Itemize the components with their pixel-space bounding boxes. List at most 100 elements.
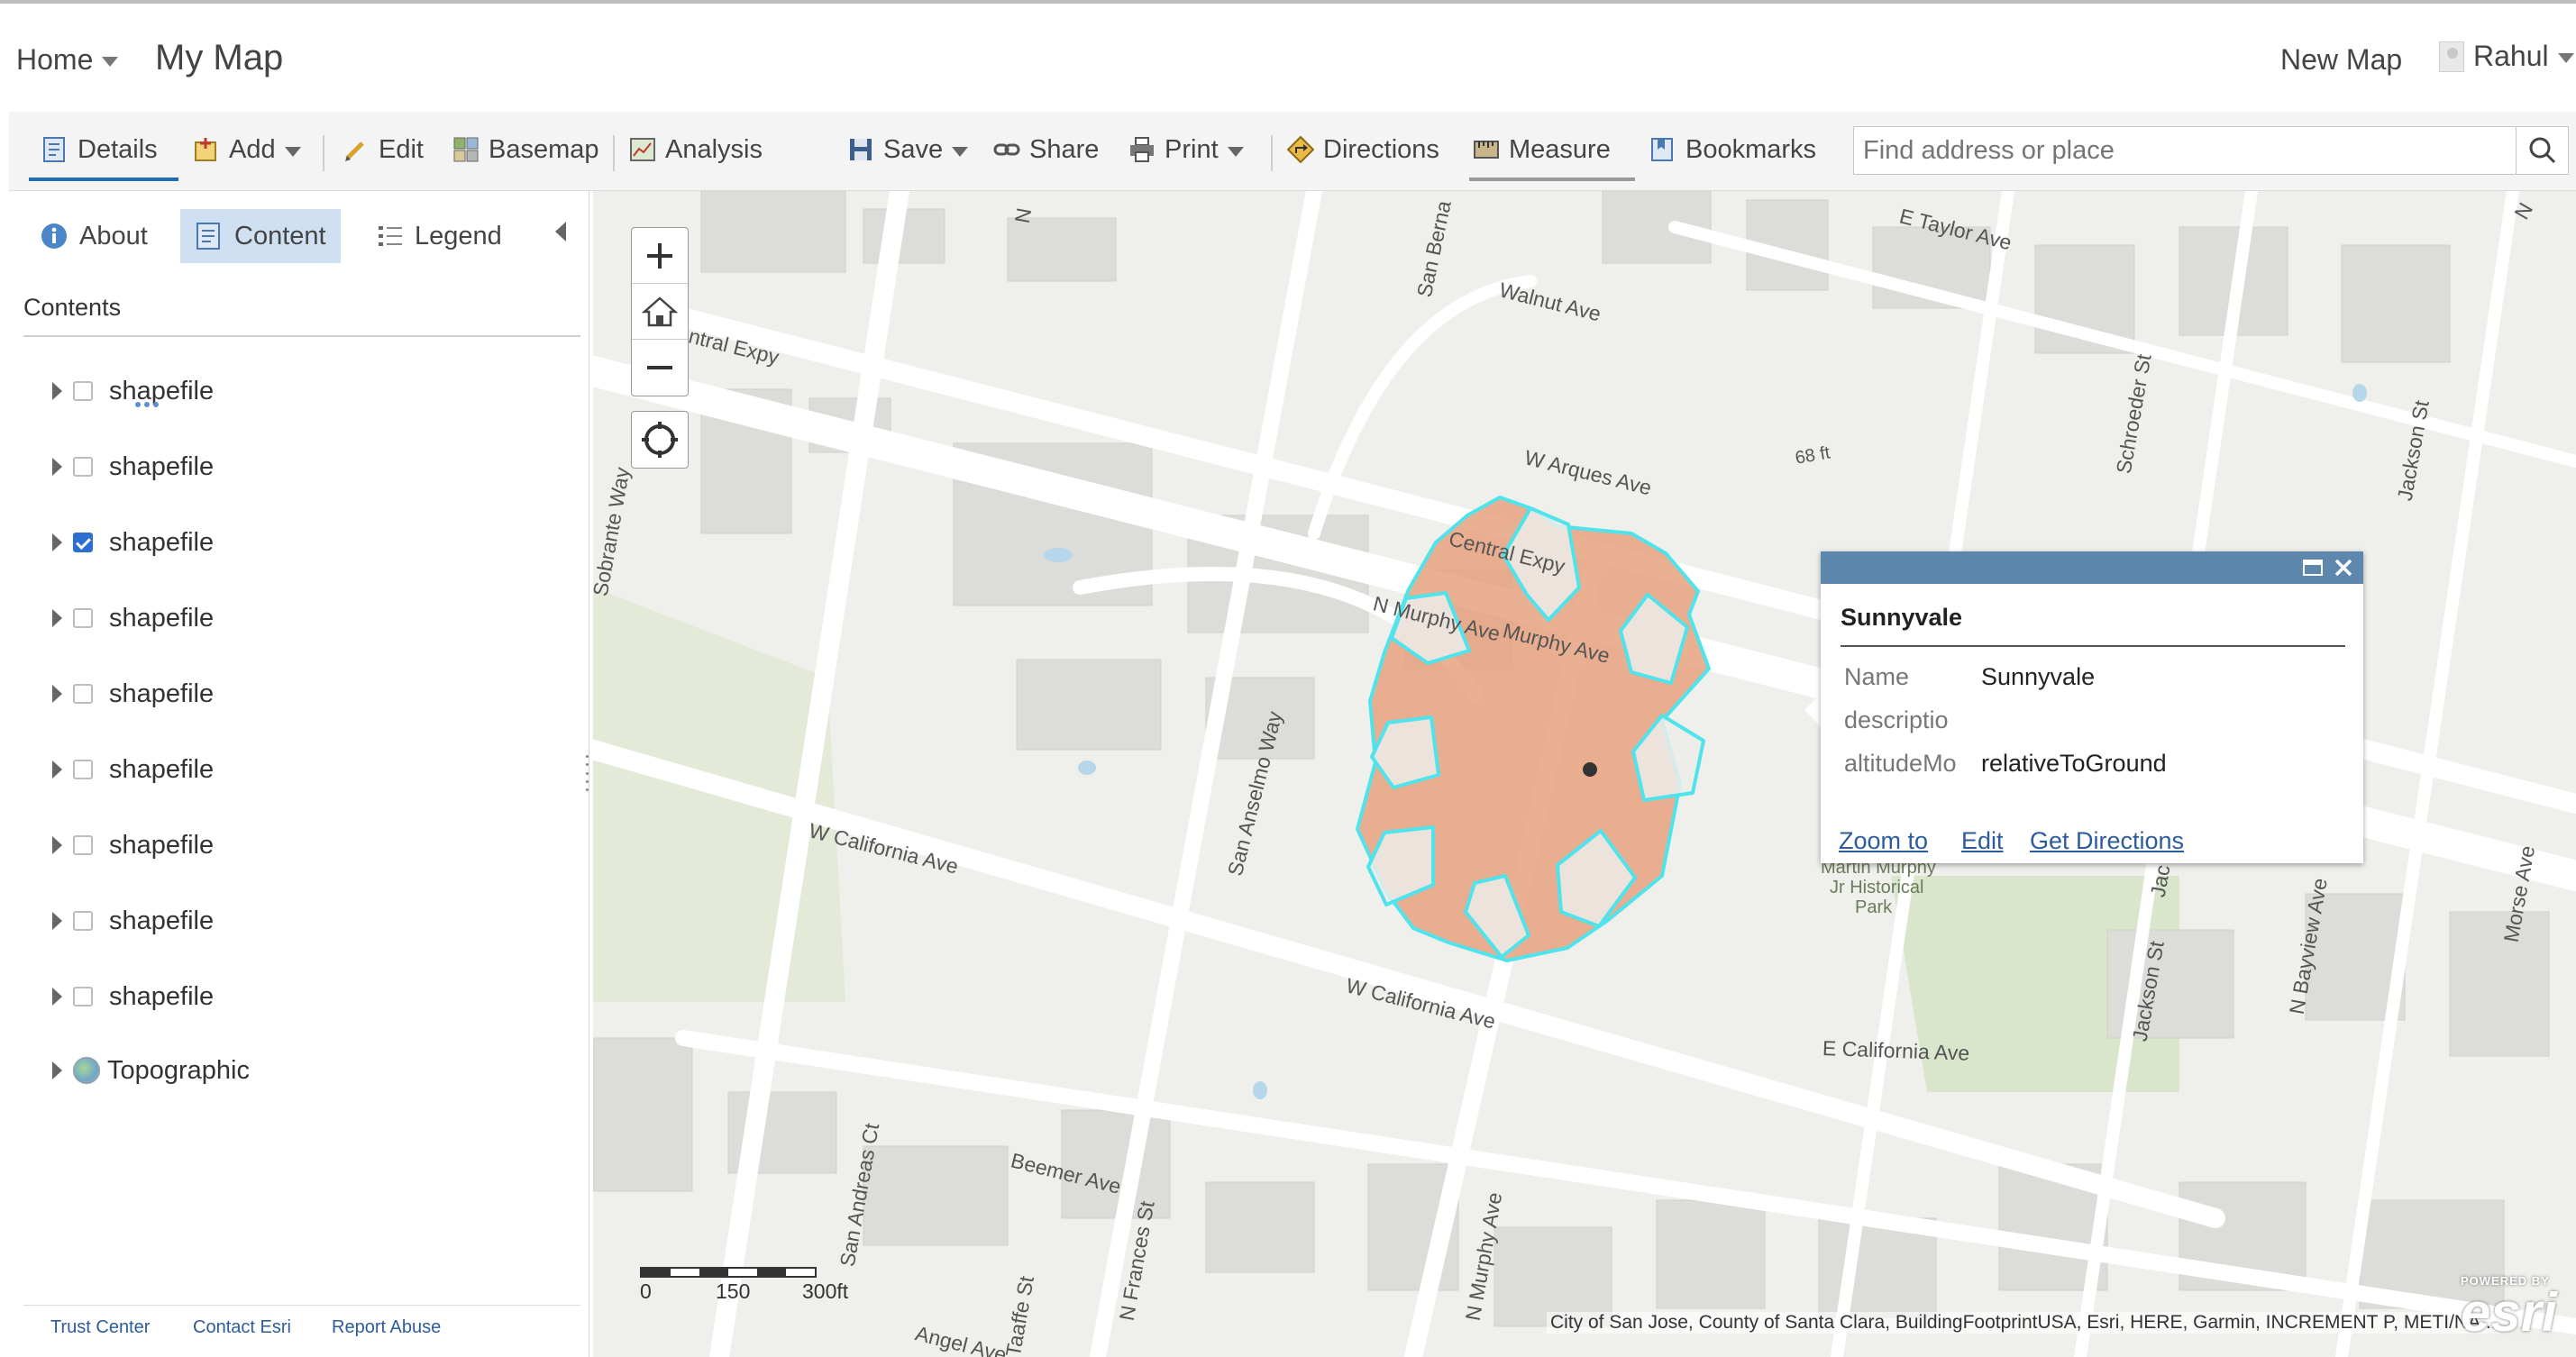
layer-item[interactable]: shapefile xyxy=(52,827,214,863)
edit-link[interactable]: Edit xyxy=(1961,827,2004,855)
details-button[interactable]: Details xyxy=(41,132,158,168)
info-icon xyxy=(41,223,67,249)
edit-button[interactable]: Edit xyxy=(343,132,424,168)
layer-item[interactable]: shapefile xyxy=(52,903,214,939)
bookmarks-label: Bookmarks xyxy=(1685,134,1817,164)
tab-about[interactable]: About xyxy=(25,209,162,263)
expand-icon[interactable] xyxy=(52,912,62,930)
search-input[interactable] xyxy=(1854,127,2516,174)
layer-item[interactable]: shapefile xyxy=(52,524,214,560)
locate-icon xyxy=(642,422,678,458)
divider xyxy=(23,335,580,337)
maximize-button[interactable] xyxy=(2302,557,2324,578)
trust-center-link[interactable]: Trust Center xyxy=(50,1317,150,1338)
layer-item[interactable]: shapefile xyxy=(52,373,214,409)
basemap-button[interactable]: Basemap xyxy=(452,132,599,168)
measure-icon xyxy=(1473,136,1500,163)
map-toolbar: Details Add Edit Basemap Analysis Save S… xyxy=(9,112,2576,191)
attribute-value: relativeToGround xyxy=(1981,750,2167,777)
layer-item[interactable]: shapefile xyxy=(52,751,214,788)
toolbar-divider xyxy=(323,135,324,171)
contents-heading: Contents xyxy=(23,294,122,321)
analysis-button[interactable]: Analysis xyxy=(629,132,763,168)
popup-attribute-row: altitudeMo relativeToGround xyxy=(1844,750,2167,778)
zoom-to-link[interactable]: Zoom to xyxy=(1839,827,1928,855)
panel-resize-handle[interactable] xyxy=(586,755,589,791)
active-tab-indicator xyxy=(29,178,178,181)
locate-button[interactable] xyxy=(631,411,689,469)
expand-icon[interactable] xyxy=(52,382,62,400)
map-attribution[interactable]: City of San Jose, County of Santa Clara,… xyxy=(1547,1312,2500,1334)
content-icon xyxy=(196,223,220,250)
scale-label: 0 xyxy=(640,1280,652,1303)
share-button[interactable]: Share xyxy=(993,132,1099,168)
new-map-button[interactable]: New Map xyxy=(2280,43,2402,77)
expand-icon[interactable] xyxy=(52,1061,62,1079)
expand-icon[interactable] xyxy=(52,760,62,779)
popup-header xyxy=(1821,551,2363,584)
layer-item[interactable]: shapefile xyxy=(52,600,214,636)
contact-esri-link[interactable]: Contact Esri xyxy=(193,1317,291,1338)
map-title[interactable]: My Map xyxy=(155,38,283,78)
report-abuse-link[interactable]: Report Abuse xyxy=(332,1317,441,1338)
expand-icon[interactable] xyxy=(52,836,62,854)
directions-icon xyxy=(1286,135,1315,164)
tab-content[interactable]: Content xyxy=(180,209,341,263)
zoom-out-button[interactable] xyxy=(632,340,688,396)
layer-checkbox[interactable] xyxy=(73,684,93,704)
home-menu[interactable]: Home xyxy=(16,43,119,77)
expand-icon[interactable] xyxy=(52,988,62,1006)
layer-name: shapefile xyxy=(109,527,215,557)
layer-checkbox[interactable] xyxy=(73,760,93,779)
default-extent-button[interactable] xyxy=(632,284,688,340)
layer-item[interactable]: shapefile xyxy=(52,676,214,712)
layer-checkbox[interactable] xyxy=(73,835,93,855)
save-button[interactable]: Save xyxy=(847,132,969,168)
layer-name: shapefile xyxy=(109,981,215,1011)
layer-item[interactable]: Topographic xyxy=(52,1052,250,1088)
polygon-centroid-marker[interactable] xyxy=(1583,762,1597,777)
collapse-panel-icon[interactable] xyxy=(555,222,566,241)
measure-button[interactable]: Measure xyxy=(1473,132,1611,168)
expand-icon[interactable] xyxy=(52,458,62,476)
analysis-label: Analysis xyxy=(665,134,763,164)
layer-checkbox[interactable] xyxy=(73,457,93,477)
expand-icon[interactable] xyxy=(52,685,62,703)
divider xyxy=(1841,645,2345,647)
layer-name: Topographic xyxy=(107,1055,250,1085)
layer-item[interactable]: shapefile xyxy=(52,979,214,1015)
tab-legend-label: Legend xyxy=(415,221,502,250)
popup-title: Sunnyvale xyxy=(1841,604,1963,631)
tab-legend[interactable]: Legend xyxy=(362,209,516,263)
add-button[interactable]: Add xyxy=(193,132,301,168)
close-icon xyxy=(2334,559,2352,577)
scale-bar-graphic xyxy=(640,1267,817,1278)
more-options-icon[interactable] xyxy=(135,402,159,407)
layer-checkbox[interactable] xyxy=(73,381,93,401)
expand-icon[interactable] xyxy=(52,533,62,551)
save-icon xyxy=(847,136,874,163)
basemap-label: Basemap xyxy=(489,134,599,164)
esri-logo[interactable]: POWERED BY esri xyxy=(2461,1274,2557,1340)
get-directions-link[interactable]: Get Directions xyxy=(2030,827,2184,855)
layer-name: shapefile xyxy=(109,451,215,481)
close-button[interactable] xyxy=(2333,557,2354,578)
layer-checkbox[interactable] xyxy=(73,533,93,552)
directions-button[interactable]: Directions xyxy=(1286,132,1439,168)
divider xyxy=(23,1305,580,1306)
zoom-in-button[interactable] xyxy=(632,228,688,284)
layer-checkbox[interactable] xyxy=(73,911,93,931)
print-button[interactable]: Print xyxy=(1128,132,1244,168)
zoom-in-icon xyxy=(647,242,672,269)
expand-icon[interactable] xyxy=(52,609,62,627)
layer-name: shapefile xyxy=(109,830,215,860)
share-label: Share xyxy=(1029,134,1100,164)
zoom-controls xyxy=(631,227,689,396)
bookmarks-button[interactable]: Bookmarks xyxy=(1649,132,1816,168)
user-menu[interactable]: Rahul xyxy=(2439,40,2574,73)
search-button[interactable] xyxy=(2516,127,2568,174)
layer-checkbox[interactable] xyxy=(73,608,93,628)
layer-checkbox[interactable] xyxy=(73,987,93,1006)
layer-item[interactable]: shapefile xyxy=(52,449,214,485)
chevron-down-icon xyxy=(952,146,969,157)
